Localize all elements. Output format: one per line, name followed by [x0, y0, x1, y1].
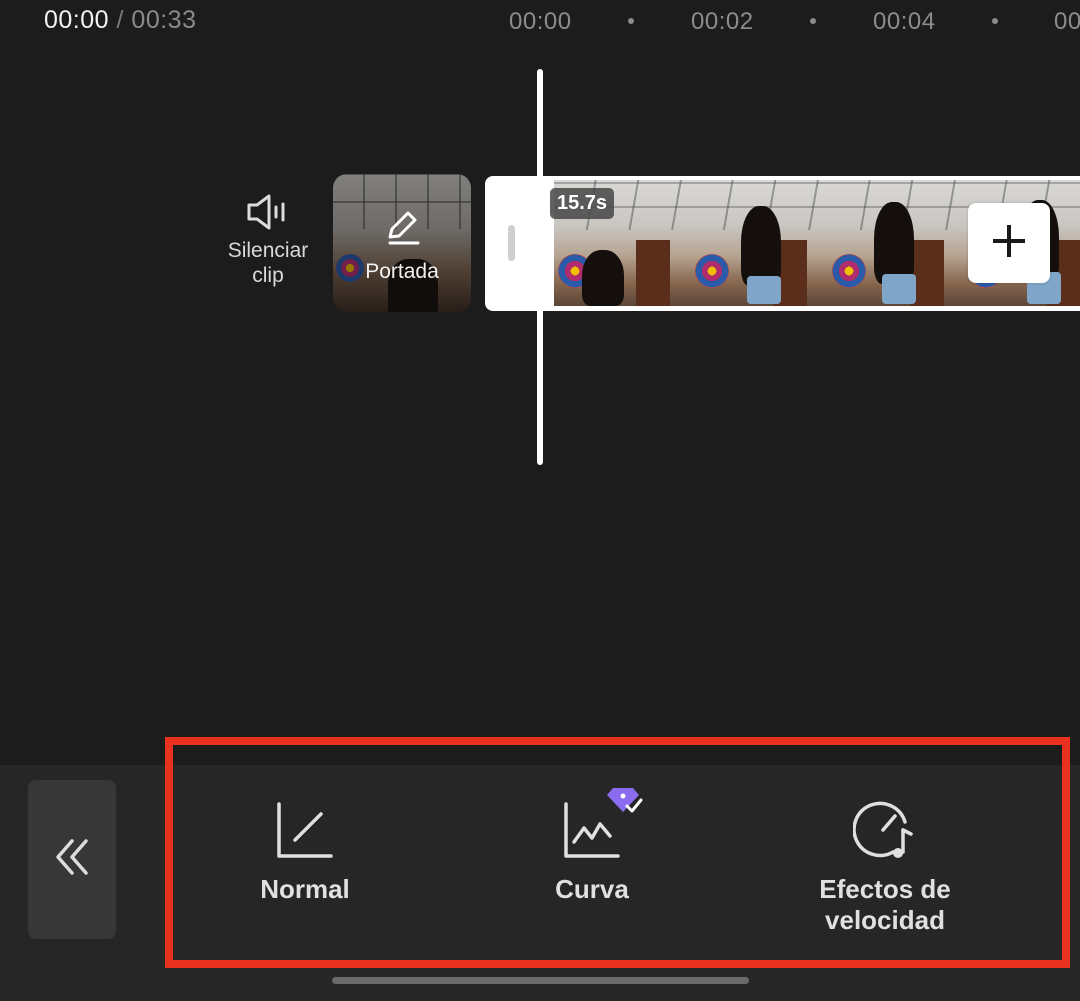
clip-frame — [828, 180, 965, 306]
playhead[interactable] — [537, 69, 543, 465]
timeline-dot — [810, 18, 816, 24]
total-time: 00:33 — [131, 6, 197, 34]
timeline-tick: 00:02 — [691, 8, 754, 35]
cover-thumbnail-button[interactable]: Portada — [333, 174, 471, 312]
mute-clip-label: Silenciar clip — [227, 239, 309, 287]
clip-trim-handle[interactable] — [508, 225, 515, 261]
cover-label: Portada — [365, 260, 439, 283]
timeline-tick: 00 — [1054, 8, 1080, 35]
highlight-box — [165, 737, 1070, 968]
timeline-tick: 00:04 — [873, 8, 936, 35]
mute-clip-button[interactable]: Silenciar clip — [222, 192, 314, 288]
add-clip-button[interactable] — [968, 203, 1050, 283]
time-separator: / — [116, 6, 124, 34]
timeline-dot — [628, 18, 634, 24]
pencil-icon — [382, 207, 422, 252]
clip-frame — [691, 180, 828, 306]
time-readout: 00:00 / 00:33 — [44, 6, 196, 35]
clip-duration-badge: 15.7s — [550, 188, 615, 219]
home-indicator[interactable] — [332, 977, 749, 984]
current-time: 00:00 — [44, 6, 110, 34]
back-button[interactable] — [28, 780, 116, 939]
double-chevron-left-icon — [52, 835, 92, 884]
timeline-dot — [992, 18, 998, 24]
plus-icon — [989, 221, 1029, 266]
speaker-icon — [222, 192, 314, 232]
timeline-tick: 00:00 — [509, 8, 572, 35]
